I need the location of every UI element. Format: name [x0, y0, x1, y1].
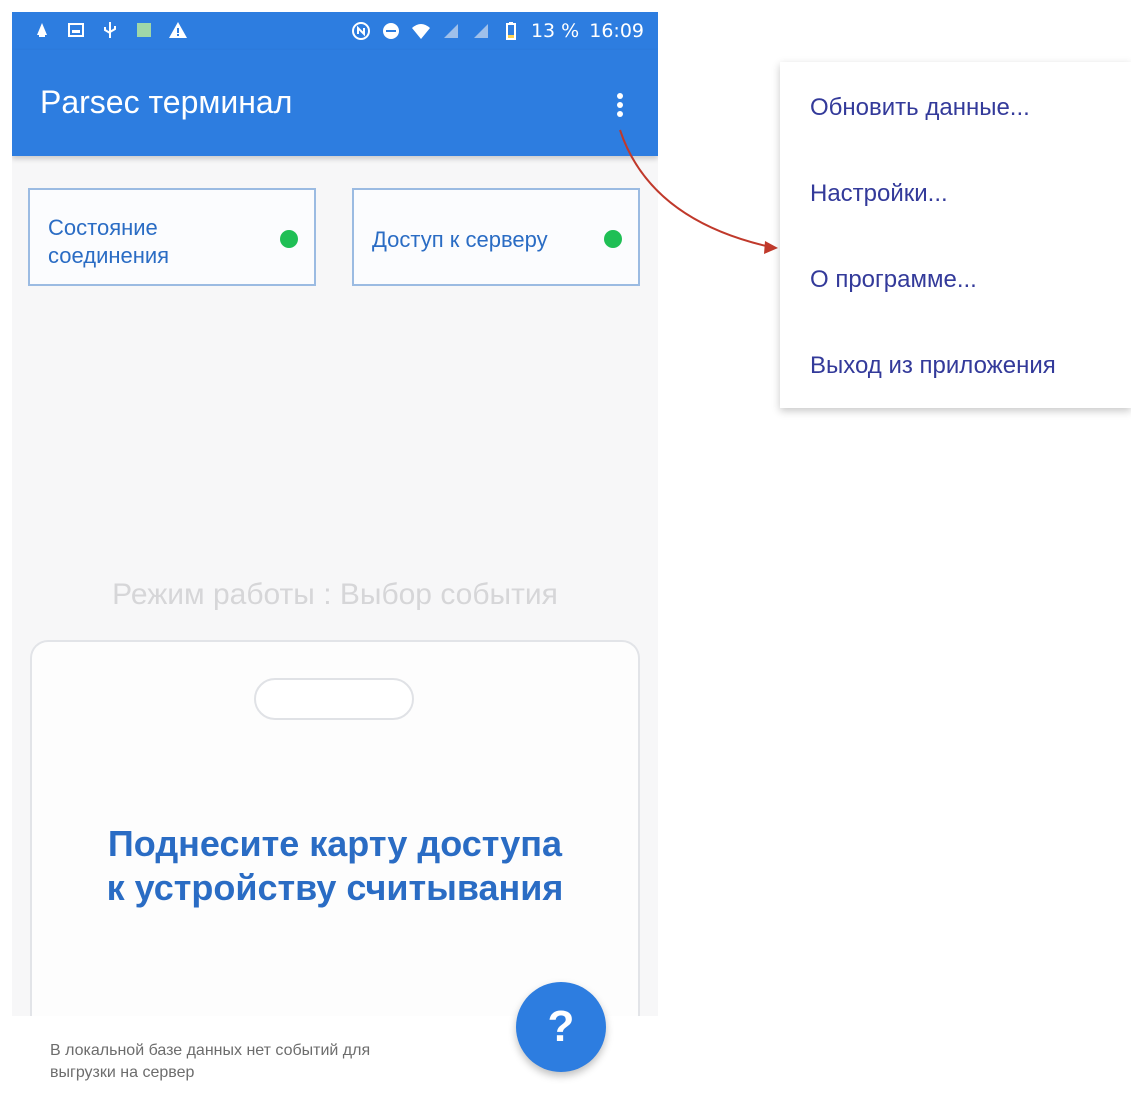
help-button[interactable]: ?	[516, 982, 606, 1072]
connection-status-card: Состояние соединения	[28, 188, 316, 286]
status-bar-left-icons	[32, 19, 188, 41]
menu-item-exit[interactable]: Выход из приложения	[810, 352, 1056, 380]
signal-icon	[471, 20, 491, 42]
battery-icon	[501, 20, 521, 42]
menu-item-about[interactable]: О программе...	[810, 266, 977, 294]
snackbar-message: В локальной базе данных нет событий для …	[50, 1040, 490, 1084]
server-access-label: Доступ к серверу	[372, 227, 548, 252]
image-icon	[66, 19, 86, 41]
menu-item-refresh-data[interactable]: Обновить данные...	[810, 94, 1030, 122]
wifi-icon	[411, 20, 431, 42]
instruction-line-1: Поднесите карту доступа	[107, 823, 563, 864]
work-mode-text: Режим работы : Выбор события	[112, 578, 558, 611]
snackbar-line-2: выгрузки на сервер	[50, 1064, 195, 1081]
app-title: Parsec терминал	[40, 84, 293, 120]
clock: 16:09	[589, 20, 644, 42]
instruction-line-2: к устройству считывания	[106, 867, 564, 908]
app-bar: Parsec терминал	[12, 50, 658, 156]
present-card-instruction: Поднесите карту доступа к устройству счи…	[32, 822, 638, 910]
pointer-arrow	[619, 129, 778, 254]
do-not-disturb-icon	[381, 20, 401, 42]
battery-percent: 13 %	[530, 20, 580, 42]
snackbar-line-1: В локальной базе данных нет событий для	[50, 1042, 371, 1059]
menu-item-settings[interactable]: Настройки...	[810, 180, 948, 208]
card-slot-shape	[254, 678, 414, 720]
status-bar-right-icons: 13 % 16:09	[351, 19, 644, 43]
notification-icon	[32, 19, 52, 41]
status-bar: 13 % 16:09	[12, 12, 658, 50]
server-access-card: Доступ к серверу	[352, 188, 640, 286]
nfc-icon	[351, 20, 371, 42]
app-icon	[134, 19, 154, 41]
warning-icon	[168, 19, 188, 41]
phone-screen: 13 % 16:09 Parsec терминал Состояние сое…	[12, 12, 658, 1100]
screenshot-canvas: 13 % 16:09 Parsec терминал Состояние сое…	[0, 0, 1131, 1100]
signal-icon	[441, 20, 461, 42]
overflow-menu: Обновить данные... Настройки... О програ…	[780, 62, 1131, 408]
connection-status-indicator	[280, 230, 298, 248]
usb-icon	[100, 19, 120, 41]
connection-status-label: Состояние соединения	[48, 215, 170, 268]
